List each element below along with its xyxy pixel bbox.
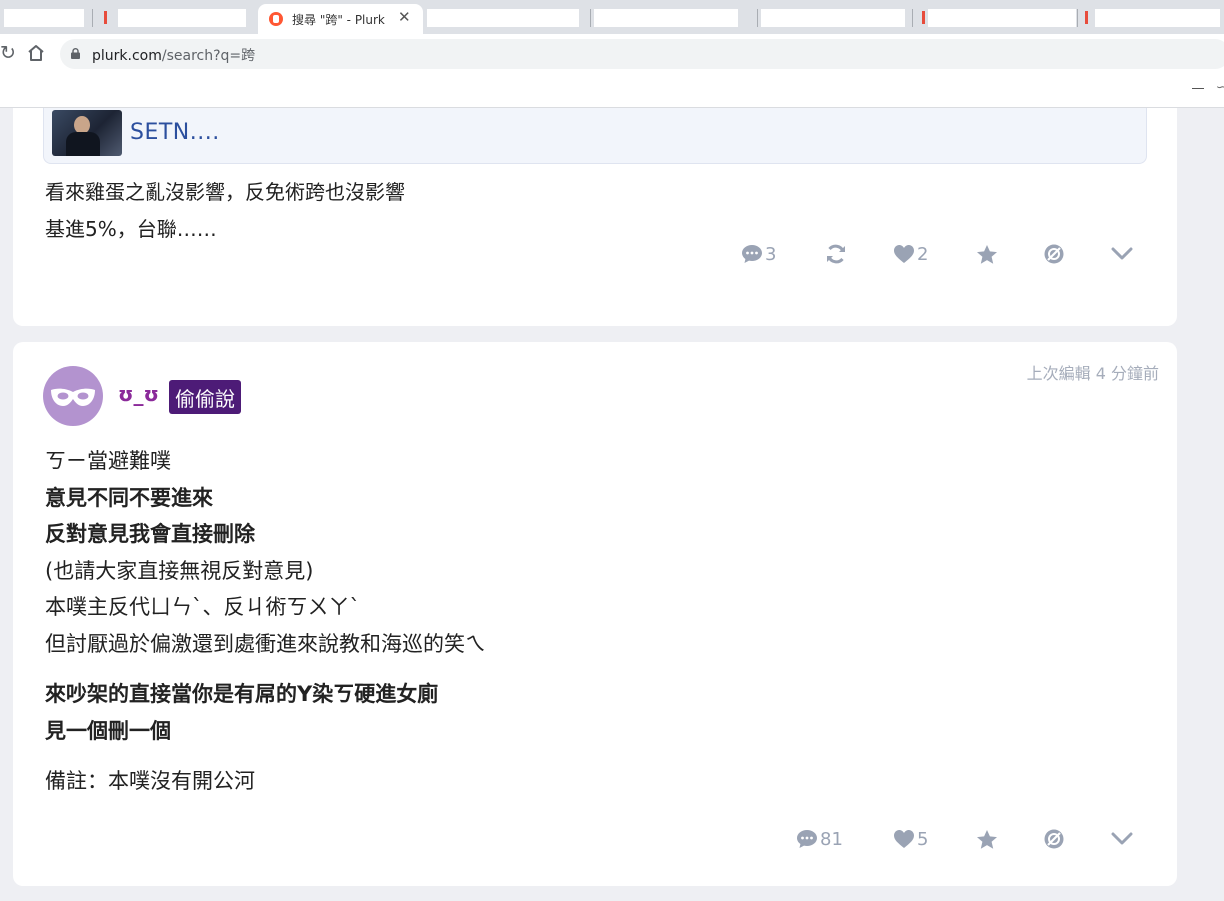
post-actions: 3 2 bbox=[13, 240, 1177, 268]
replurk-icon bbox=[827, 244, 845, 264]
thumbnail-suit bbox=[66, 132, 100, 156]
tab-favicon-icon bbox=[1085, 11, 1095, 24]
reload-icon[interactable]: ↻ bbox=[0, 42, 16, 64]
post-line: ㄎㄧ當避難噗 bbox=[45, 449, 171, 473]
more-options-button[interactable] bbox=[1111, 825, 1133, 853]
post-content: 看來雞蛋之亂沒影響，反免術跨也沒影響 基進5%，台聯…… bbox=[45, 174, 405, 248]
post-line: 來吵架的直接當你是有屌的Y染ㄎ硬進女廁 bbox=[45, 682, 439, 706]
url-path: /search?q=跨 bbox=[161, 48, 256, 64]
tab-separator bbox=[590, 9, 591, 27]
plurk-favicon-icon bbox=[269, 12, 283, 26]
tab-redacted-3[interactable] bbox=[425, 4, 590, 34]
tab-redacted-5[interactable] bbox=[759, 4, 924, 34]
avatar[interactable] bbox=[43, 366, 103, 426]
tab-separator bbox=[912, 9, 913, 27]
close-tab-icon[interactable]: ✕ bbox=[398, 8, 411, 26]
post-line: 本噗主反代ㄩㄣˋ、反ㄐ術ㄎㄨㄚˋ bbox=[45, 595, 360, 619]
like-button[interactable]: 2 bbox=[893, 240, 928, 268]
post-note: 備註：本噗沒有開公河 bbox=[45, 769, 255, 793]
post-line: 看來雞蛋之亂沒影響，反免術跨也沒影響 bbox=[45, 180, 405, 204]
mask-icon bbox=[51, 388, 95, 406]
chevron-down-icon bbox=[1111, 832, 1133, 845]
post-line: 意見不同不要進來 bbox=[45, 485, 213, 510]
post-line: 見一個刪一個 bbox=[45, 718, 171, 743]
favorite-button[interactable] bbox=[976, 825, 998, 853]
url-host: plurk.com bbox=[92, 48, 162, 64]
post-actions: 81 5 bbox=[13, 825, 1177, 853]
bookmark-divider bbox=[1192, 88, 1204, 89]
heart-icon bbox=[894, 830, 914, 848]
address-bar[interactable]: plurk.com/search?q=跨 bbox=[60, 39, 1224, 69]
edited-timestamp[interactable]: 上次編輯 4 分鐘前 bbox=[1027, 360, 1159, 384]
like-count: 2 bbox=[917, 243, 929, 265]
tab-redacted-4[interactable] bbox=[592, 4, 757, 34]
tab-redacted-7[interactable] bbox=[1079, 4, 1224, 34]
response-count: 81 bbox=[820, 828, 843, 850]
plurk-search-results: SETN.... 看來雞蛋之亂沒影響，反免術跨也沒影響 基進5%，台聯…… 3 bbox=[0, 108, 1224, 901]
redacted-tab-title bbox=[118, 9, 246, 27]
heart-icon bbox=[894, 245, 914, 263]
whisper-badge: 偷偷說 bbox=[169, 380, 241, 414]
bookmark-overflow-icon[interactable]: ∽ bbox=[1216, 80, 1224, 94]
browser-toolbar: ↻ plurk.com/search?q=跨 bbox=[0, 34, 1224, 74]
like-button[interactable]: 5 bbox=[893, 825, 928, 853]
tab-active-plurk-search[interactable]: 搜尋 "跨" - Plurk ✕ bbox=[258, 4, 423, 34]
redacted-tab-title bbox=[4, 9, 84, 27]
redacted-tab-title bbox=[928, 9, 1076, 27]
replurk-button[interactable] bbox=[825, 240, 847, 268]
responses-button[interactable]: 3 bbox=[741, 240, 776, 268]
link-preview-thumbnail bbox=[52, 110, 122, 156]
url-text: plurk.com/search?q=跨 bbox=[92, 45, 255, 65]
redacted-tab-title bbox=[427, 9, 579, 27]
star-icon bbox=[977, 829, 997, 849]
plurk-post-card: SETN.... 看來雞蛋之亂沒影響，反免術跨也沒影響 基進5%，台聯…… 3 bbox=[13, 108, 1177, 326]
mute-icon bbox=[1044, 244, 1064, 264]
tab-favicon-icon bbox=[104, 11, 114, 24]
redacted-tab-title bbox=[761, 9, 905, 27]
mute-button[interactable] bbox=[1043, 240, 1065, 268]
redacted-tab-title bbox=[1095, 9, 1220, 27]
tab-redacted-6[interactable] bbox=[914, 4, 1079, 34]
comment-icon bbox=[797, 830, 817, 848]
lock-icon[interactable] bbox=[71, 48, 80, 59]
plurk-post-card: ʊ_ʊ 偷偷說 上次編輯 4 分鐘前 ㄎㄧ當避難噗 意見不同不要進來 反對意見我… bbox=[13, 342, 1177, 886]
tab-title: 搜尋 "跨" - Plurk bbox=[292, 13, 385, 27]
responses-button[interactable]: 81 bbox=[796, 825, 843, 853]
favorite-button[interactable] bbox=[976, 240, 998, 268]
link-preview[interactable]: SETN.... bbox=[43, 108, 1147, 164]
tab-redacted-2[interactable] bbox=[96, 4, 254, 34]
tab-strip: 搜尋 "跨" - Plurk ✕ bbox=[0, 0, 1224, 34]
tab-separator bbox=[92, 9, 93, 27]
star-icon bbox=[977, 244, 997, 264]
tab-redacted-1[interactable] bbox=[0, 4, 92, 34]
comment-icon bbox=[742, 245, 762, 263]
post-line: 但討厭過於偏激還到處衝進來說教和海巡的笑ㄟ bbox=[45, 631, 486, 656]
like-count: 5 bbox=[917, 828, 929, 850]
username[interactable]: ʊ_ʊ bbox=[118, 382, 159, 406]
home-icon[interactable] bbox=[26, 43, 46, 63]
mute-icon bbox=[1044, 829, 1064, 849]
tab-separator bbox=[757, 9, 758, 27]
response-count: 3 bbox=[765, 243, 777, 265]
post-line: 反對意見我會直接刪除 bbox=[45, 522, 255, 546]
post-line: (也請大家直接無視反對意見) bbox=[45, 558, 314, 583]
tab-separator bbox=[1077, 9, 1078, 27]
link-preview-title[interactable]: SETN.... bbox=[130, 120, 220, 145]
mute-button[interactable] bbox=[1043, 825, 1065, 853]
chevron-down-icon bbox=[1111, 247, 1133, 260]
bookmarks-bar: ∽ bbox=[0, 74, 1224, 108]
redacted-tab-title bbox=[594, 9, 738, 27]
post-content: ㄎㄧ當避難噗 意見不同不要進來 反對意見我會直接刪除 (也請大家直接無視反對意見… bbox=[45, 443, 486, 800]
more-options-button[interactable] bbox=[1111, 240, 1133, 268]
